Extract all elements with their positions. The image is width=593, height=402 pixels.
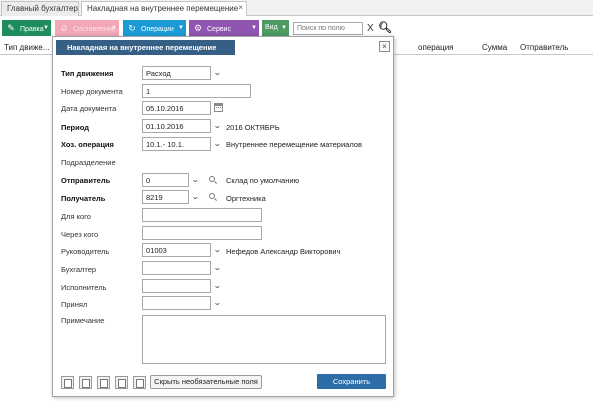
- view-menu-label: Вид: [265, 24, 278, 31]
- recipient-label: Получатель: [61, 194, 106, 203]
- business-operation-field[interactable]: 10.1.- 10.1.: [142, 137, 211, 151]
- doc-date-field[interactable]: 05.10.2016: [142, 101, 211, 115]
- chevron-down-icon[interactable]: ⌄: [191, 192, 200, 201]
- for-whom-label: Для кого: [61, 212, 91, 221]
- field-search-input[interactable]: [293, 22, 363, 35]
- operations-menu-button[interactable]: ↻ Операции ▼: [123, 20, 186, 36]
- dropdown-arrow-icon: ▼: [281, 25, 287, 31]
- sender-field[interactable]: 0: [142, 173, 189, 187]
- dropdown-arrow-icon: ▼: [111, 25, 117, 31]
- clear-search-button[interactable]: X: [367, 23, 374, 34]
- search-icon[interactable]: [209, 193, 218, 202]
- sender-label: Отправитель: [61, 176, 111, 185]
- refresh-icon: ↻: [128, 23, 136, 33]
- executor-field[interactable]: [142, 279, 211, 293]
- movement-type-select[interactable]: Расход: [142, 66, 211, 80]
- for-whom-field[interactable]: [142, 208, 262, 222]
- service-menu-button[interactable]: ⚙ Сервис ▼: [189, 20, 259, 36]
- executor-label: Исполнитель: [61, 283, 107, 292]
- print-icon[interactable]: [133, 376, 146, 389]
- business-operation-label: Хоз. операция: [61, 140, 114, 149]
- period-label: Период: [61, 123, 89, 132]
- tab-internal-transfer[interactable]: Накладная на внутреннее перемещение ×: [81, 1, 247, 16]
- service-menu-label: Сервис: [207, 26, 231, 33]
- tab-main-accountant[interactable]: Главный бухгалтер: [1, 1, 79, 16]
- column-header-operation[interactable]: операция: [418, 43, 454, 52]
- column-header-sender[interactable]: Отправитель: [520, 43, 568, 52]
- calendar-icon[interactable]: [214, 103, 223, 112]
- view-menu-button[interactable]: Вид ▼: [262, 20, 289, 36]
- transfer-invoice-dialog: Накладная на внутреннее перемещение × Ти…: [52, 36, 394, 397]
- hide-optional-fields-button[interactable]: Скрыть необязательные поля: [150, 375, 262, 389]
- note-textarea[interactable]: [142, 315, 386, 364]
- note-label: Примечание: [61, 316, 105, 325]
- search-icon[interactable]: 🔍︎: [378, 21, 392, 34]
- search-icon[interactable]: [209, 176, 218, 185]
- accountant-field[interactable]: [142, 261, 211, 275]
- recipient-description: Оргтехника: [226, 194, 266, 203]
- import-icon[interactable]: [79, 376, 92, 389]
- pencil-icon: ✎: [7, 23, 15, 33]
- chevron-down-icon[interactable]: ⌄: [213, 245, 222, 254]
- column-header-sum[interactable]: Сумма: [482, 43, 507, 52]
- tab-label: Накладная на внутреннее перемещение: [87, 4, 239, 13]
- edit-menu-label: Правка: [20, 26, 44, 33]
- tab-label: Главный бухгалтер: [7, 4, 78, 13]
- manager-field[interactable]: 01003: [142, 243, 211, 257]
- dialog-close-button[interactable]: ×: [379, 41, 390, 52]
- doc-number-label: Номер документа: [61, 87, 123, 96]
- through-whom-field[interactable]: [142, 226, 262, 240]
- chevron-down-icon[interactable]: ⌄: [191, 175, 200, 184]
- doc-date-label: Дата документа: [61, 104, 117, 113]
- doc-number-field[interactable]: 1: [142, 84, 251, 98]
- tab-strip: Главный бухгалтер Накладная на внутренне…: [0, 0, 593, 16]
- chevron-down-icon[interactable]: ⌄: [213, 281, 222, 290]
- business-operation-description: Внутреннее перемещение материалов: [226, 140, 362, 149]
- tab-close-icon[interactable]: ×: [238, 3, 243, 12]
- copy-icon[interactable]: [61, 376, 74, 389]
- department-label: Подразделение: [61, 158, 116, 167]
- manager-description: Нефедов Александр Викторович: [226, 247, 341, 256]
- operations-menu-label: Операции: [141, 26, 174, 33]
- dialog-title: Накладная на внутреннее перемещение: [56, 40, 235, 55]
- gear-icon: ⚙: [193, 23, 203, 33]
- dropdown-arrow-icon: ▼: [251, 25, 257, 31]
- column-header-movement-type[interactable]: Тип движе...: [4, 43, 49, 52]
- period-description: 2016 ОКТЯБРЬ: [226, 123, 280, 132]
- dropdown-arrow-icon: ▼: [43, 25, 49, 31]
- through-whom-label: Через кого: [61, 230, 99, 239]
- compose-menu-label: Составление: [73, 26, 116, 33]
- save-button[interactable]: Сохранить: [317, 374, 386, 389]
- compose-menu-button[interactable]: ⊘ Составление ▼: [55, 20, 119, 36]
- received-by-field[interactable]: [142, 296, 211, 310]
- received-by-label: Принял: [61, 300, 88, 309]
- chevron-down-icon[interactable]: ⌄: [213, 298, 222, 307]
- period-field[interactable]: 01.10.2016: [142, 119, 211, 133]
- exit-icon[interactable]: [115, 376, 128, 389]
- accountant-label: Бухгалтер: [61, 265, 97, 274]
- export-icon[interactable]: [97, 376, 110, 389]
- sender-description: Склад по умолчанию: [226, 176, 300, 185]
- chevron-down-icon[interactable]: ⌄: [213, 263, 222, 272]
- chevron-down-icon[interactable]: ⌄: [213, 139, 222, 148]
- chevron-down-icon[interactable]: ⌄: [213, 121, 222, 130]
- chevron-down-icon[interactable]: ⌄: [213, 68, 222, 77]
- recipient-field[interactable]: 8219: [142, 190, 189, 204]
- manager-label: Руководитель: [61, 247, 110, 256]
- movement-type-label: Тип движения: [61, 69, 114, 78]
- check-circle-icon: ⊘: [60, 23, 68, 33]
- dropdown-arrow-icon: ▼: [178, 25, 184, 31]
- edit-menu-button[interactable]: ✎ Правка ▼: [2, 20, 51, 36]
